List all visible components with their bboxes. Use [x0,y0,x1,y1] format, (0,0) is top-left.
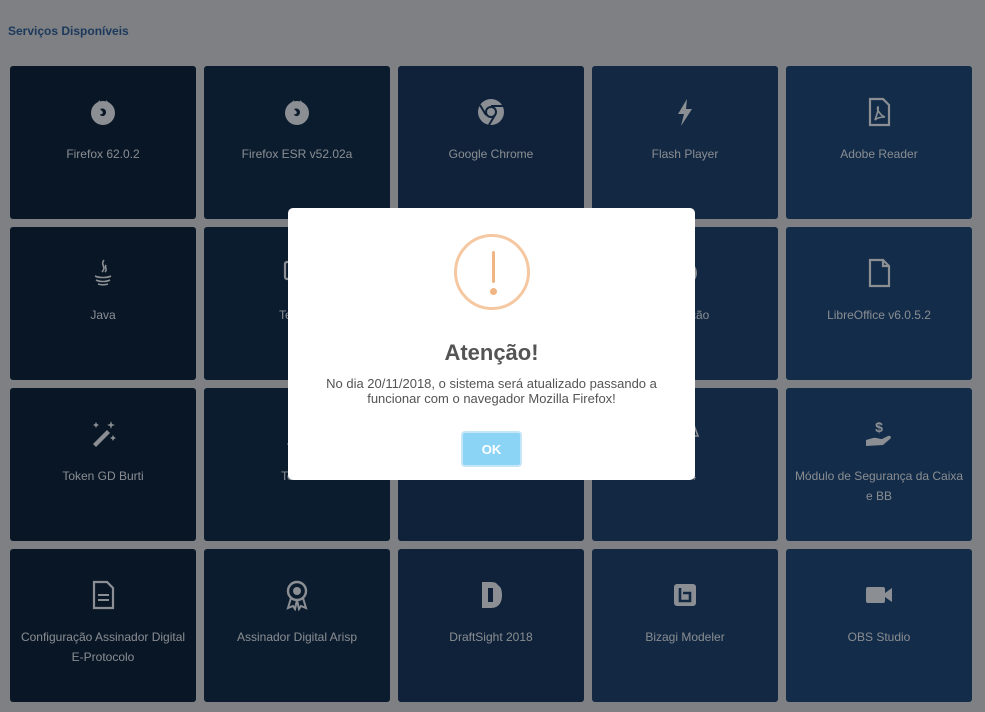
alert-dialog: Atenção! No dia 20/11/2018, o sistema se… [288,208,695,480]
dialog-title: Atenção! [444,340,539,365]
dialog-message: No dia 20/11/2018, o sistema será atuali… [326,376,657,406]
warning-icon [454,234,530,310]
warning-dot [490,288,497,295]
warning-bar [492,251,495,283]
ok-button[interactable]: OK [461,431,522,467]
